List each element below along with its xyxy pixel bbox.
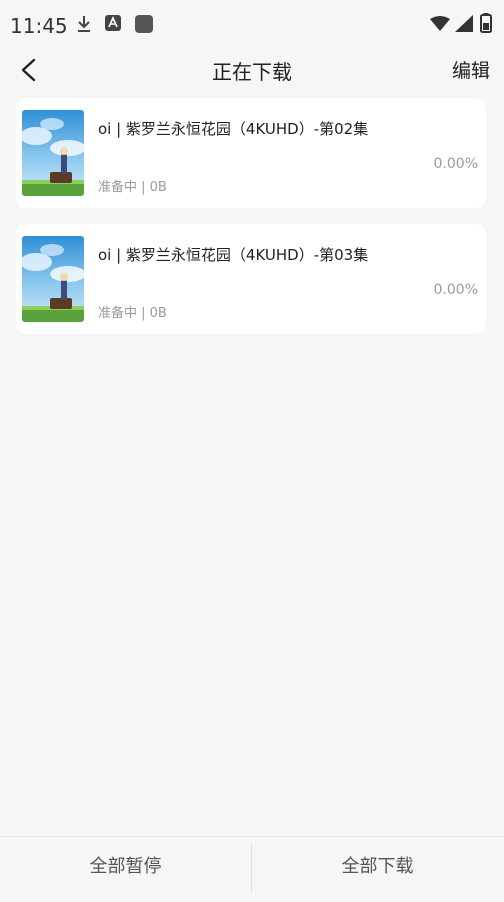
download-status: 准备中 | 0B [98, 180, 167, 195]
app-header: 正在下载 编辑 [0, 48, 504, 92]
download-item[interactable]: oi | 紫罗兰永恒花园（4KUHD）-第02集 0.00% 准备中 | 0B [16, 98, 486, 208]
download-status: 准备中 | 0B [98, 306, 167, 321]
page-title: 正在下载 [212, 60, 292, 84]
status-time: 11:45 [10, 14, 68, 38]
edit-button[interactable]: 编辑 [452, 56, 490, 83]
app-icon [134, 14, 154, 38]
wifi-icon [430, 16, 450, 36]
video-thumbnail [22, 110, 84, 196]
download-progress: 0.00% [433, 282, 478, 298]
status-bar: 11:45 [0, 0, 504, 48]
download-all-button[interactable]: 全部下载 [252, 837, 503, 897]
pause-all-button[interactable]: 全部暂停 [0, 837, 251, 897]
download-title: oi | 紫罗兰永恒花园（4KUHD）-第03集 [98, 246, 369, 264]
download-title: oi | 紫罗兰永恒花园（4KUHD）-第02集 [98, 120, 369, 138]
video-thumbnail [22, 236, 84, 322]
signal-icon [455, 15, 473, 36]
download-item[interactable]: oi | 紫罗兰永恒花园（4KUHD）-第03集 0.00% 准备中 | 0B [16, 224, 486, 334]
a-icon [104, 14, 122, 36]
bottom-action-bar: 全部暂停 全部下载 [0, 836, 504, 897]
download-progress: 0.00% [433, 156, 478, 172]
battery-icon [480, 13, 492, 37]
download-icon [76, 14, 92, 38]
